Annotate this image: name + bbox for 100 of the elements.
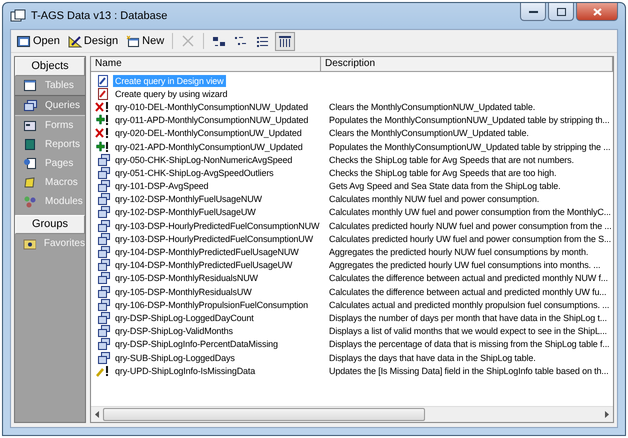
select-query-icon <box>95 206 111 218</box>
query-name[interactable]: qry-101-DSP-AvgSpeed <box>113 180 329 192</box>
details-icon <box>279 36 292 46</box>
new-button[interactable]: New <box>123 32 168 50</box>
database-window-icon <box>10 9 26 23</box>
query-name[interactable]: qry-DSP-ShipLogInfo-PercentDataMissing <box>113 338 329 350</box>
large-icons-icon <box>213 36 226 46</box>
query-name[interactable]: qry-DSP-ShipLog-ValidMonths <box>113 325 329 338</box>
column-header[interactable]: Description <box>321 57 613 72</box>
right-arrow-icon <box>604 411 609 418</box>
query-name[interactable]: qry-103-DSP-HourlyPredictedFuelConsumptionNUW <box>113 220 329 232</box>
scroll-thumb[interactable] <box>103 408 425 421</box>
query-description: Calculates monthly UW fuel and power consumption from the MonthlyC... <box>329 207 611 218</box>
query-description: Gets Avg Speed and Sea State data from the ShipLog table. <box>329 181 560 192</box>
query-name[interactable]: qry-104-DSP-MonthlyPredictedFuelUsageUW <box>113 259 329 272</box>
query-name[interactable]: qry-102-DSP-MonthlyFuelUsageUW <box>113 206 329 218</box>
left-arrow-icon <box>95 411 100 418</box>
window-title: T-AGS Data v13 : Database <box>31 10 168 22</box>
query-name[interactable]: qry-DSP-ShipLog-LoggedDayCount <box>113 312 329 324</box>
query-description: Calculates predicted hourly UW fuel and power consumption from the S... <box>329 234 611 244</box>
select-query-icon <box>95 338 111 350</box>
minimize-button[interactable] <box>520 3 546 21</box>
delete-query-icon <box>95 127 111 140</box>
query-name[interactable]: qry-021-APD-MonthlyConsumptionUW_Updated <box>113 140 329 153</box>
query-description: Calculates the difference between actual and predicted monthly UW fu... <box>329 286 606 297</box>
select-query-icon <box>95 180 111 192</box>
column-header[interactable]: Name <box>91 57 321 72</box>
horizontal-scrollbar[interactable] <box>91 406 613 422</box>
query-description: Displays the percentage of data that is missing from the ShipLog table f... <box>329 339 610 350</box>
close-button[interactable] <box>576 3 618 21</box>
close-icon <box>592 8 602 16</box>
wizard-query-icon <box>95 88 111 100</box>
select-query-icon <box>95 220 111 232</box>
macros-icon <box>23 176 37 189</box>
groups-header[interactable]: Groups <box>15 215 85 234</box>
query-description: Calculates predicted hourly NUW fuel and power consumption from the ... <box>329 220 612 231</box>
close-icon <box>182 35 194 47</box>
query-description: Calculates monthly NUW fuel and power consumption. <box>329 194 540 204</box>
query-description: Clears the MonthlyConsumptionUW_Updated table. <box>329 128 529 138</box>
query-description: Aggregates the predicted hourly NUW fuel consumptions by month. <box>329 247 588 258</box>
select-query-icon <box>95 246 111 258</box>
queries-icon <box>23 99 37 112</box>
select-query-icon <box>95 166 111 179</box>
select-query-icon <box>95 286 111 298</box>
minimize-icon <box>528 10 538 14</box>
reports-icon <box>23 138 37 151</box>
query-description: Calculates the difference between actual and predicted monthly NUW f... <box>329 273 608 284</box>
query-description: Populates the MonthlyConsumptionUW_Updated table by stripping the ... <box>329 142 610 152</box>
query-name[interactable]: qry-020-DEL-MonthlyConsumptionUW_Updated <box>113 127 329 140</box>
pages-icon <box>23 157 37 170</box>
query-description: Clears the MonthlyConsumptionNUW_Updated table. <box>329 102 536 112</box>
maximize-button[interactable] <box>548 3 574 21</box>
select-query-icon <box>95 193 111 206</box>
query-name[interactable]: qry-SUB-ShipLog-LoggedDays <box>113 352 329 364</box>
ruler-pencil-icon <box>68 34 82 48</box>
query-name[interactable]: qry-051-CHK-ShipLog-AvgSpeedOutliers <box>113 166 329 179</box>
design-query-icon <box>95 74 111 87</box>
query-name[interactable]: qry-106-DSP-MonthlyPropulsionFuelConsumption <box>113 298 329 311</box>
append-query-icon <box>95 114 111 126</box>
query-name[interactable]: Create query by using wizard <box>113 88 329 100</box>
small-icons-icon <box>235 36 248 46</box>
delete-query-icon <box>95 100 111 113</box>
query-name[interactable]: qry-104-DSP-MonthlyPredictedFuelUsageNUW <box>113 246 329 258</box>
maximize-icon <box>556 8 566 16</box>
query-name[interactable]: qry-105-DSP-MonthlyResidualsNUW <box>113 272 329 284</box>
tables-icon <box>23 79 37 92</box>
query-description: Displays the number of days per month that have data in the ShipLog t... <box>329 312 607 323</box>
query-name[interactable]: qry-011-APD-MonthlyConsumptionNUW_Updated <box>113 114 329 126</box>
query-name[interactable]: qry-102-DSP-MonthlyFuelUsageNUW <box>113 193 329 206</box>
new-window-icon <box>126 34 140 48</box>
select-query-icon <box>95 298 111 311</box>
query-description: Displays the days that have data in the ShipLog table. <box>329 352 536 363</box>
window-icon <box>17 34 31 48</box>
details-view-button[interactable] <box>275 32 296 50</box>
query-description: Checks the ShipLog table for Avg Speeds that are too high. <box>329 168 556 178</box>
update-query-icon <box>95 364 111 377</box>
query-name[interactable]: qry-103-DSP-HourlyPredictedFuelConsumptionUW <box>113 232 329 245</box>
select-query-icon <box>95 232 111 245</box>
objects-header[interactable]: Objects <box>15 57 85 76</box>
query-name[interactable]: qry-050-CHK-ShipLog-NonNumericAvgSpeed <box>113 154 329 166</box>
list-icon <box>257 36 270 46</box>
select-query-icon <box>95 154 111 166</box>
query-description: Calculates actual and predicted monthly propulsion fuel consumptions. ... <box>329 300 610 310</box>
modules-icon <box>23 195 37 208</box>
query-name[interactable]: qry-UPD-ShipLogInfo-IsMissingData <box>113 364 329 377</box>
design-button[interactable]: Design <box>64 32 122 50</box>
select-query-icon <box>95 312 111 324</box>
open-button[interactable]: Open <box>14 32 63 50</box>
query-description: Displays a list of valid months that we would expect to see in the ShipL... <box>329 326 607 336</box>
select-query-icon <box>95 325 111 338</box>
append-query-icon <box>95 140 111 153</box>
query-name[interactable]: qry-105-DSP-MonthlyResidualsUW <box>113 286 329 298</box>
select-query-icon <box>95 272 111 284</box>
query-description: Populates the MonthlyConsumptionNUW_Updated table by stripping th... <box>329 115 610 126</box>
select-query-icon <box>95 259 111 272</box>
query-description: Checks the ShipLog table for Avg Speeds that are not numbers. <box>329 154 574 165</box>
query-description: Aggregates the predicted hourly UW fuel consumptions into months. ... <box>329 260 600 270</box>
folder-icon <box>23 237 36 250</box>
forms-icon <box>23 119 37 132</box>
query-name[interactable]: qry-010-DEL-MonthlyConsumptionNUW_Updated <box>113 100 329 113</box>
